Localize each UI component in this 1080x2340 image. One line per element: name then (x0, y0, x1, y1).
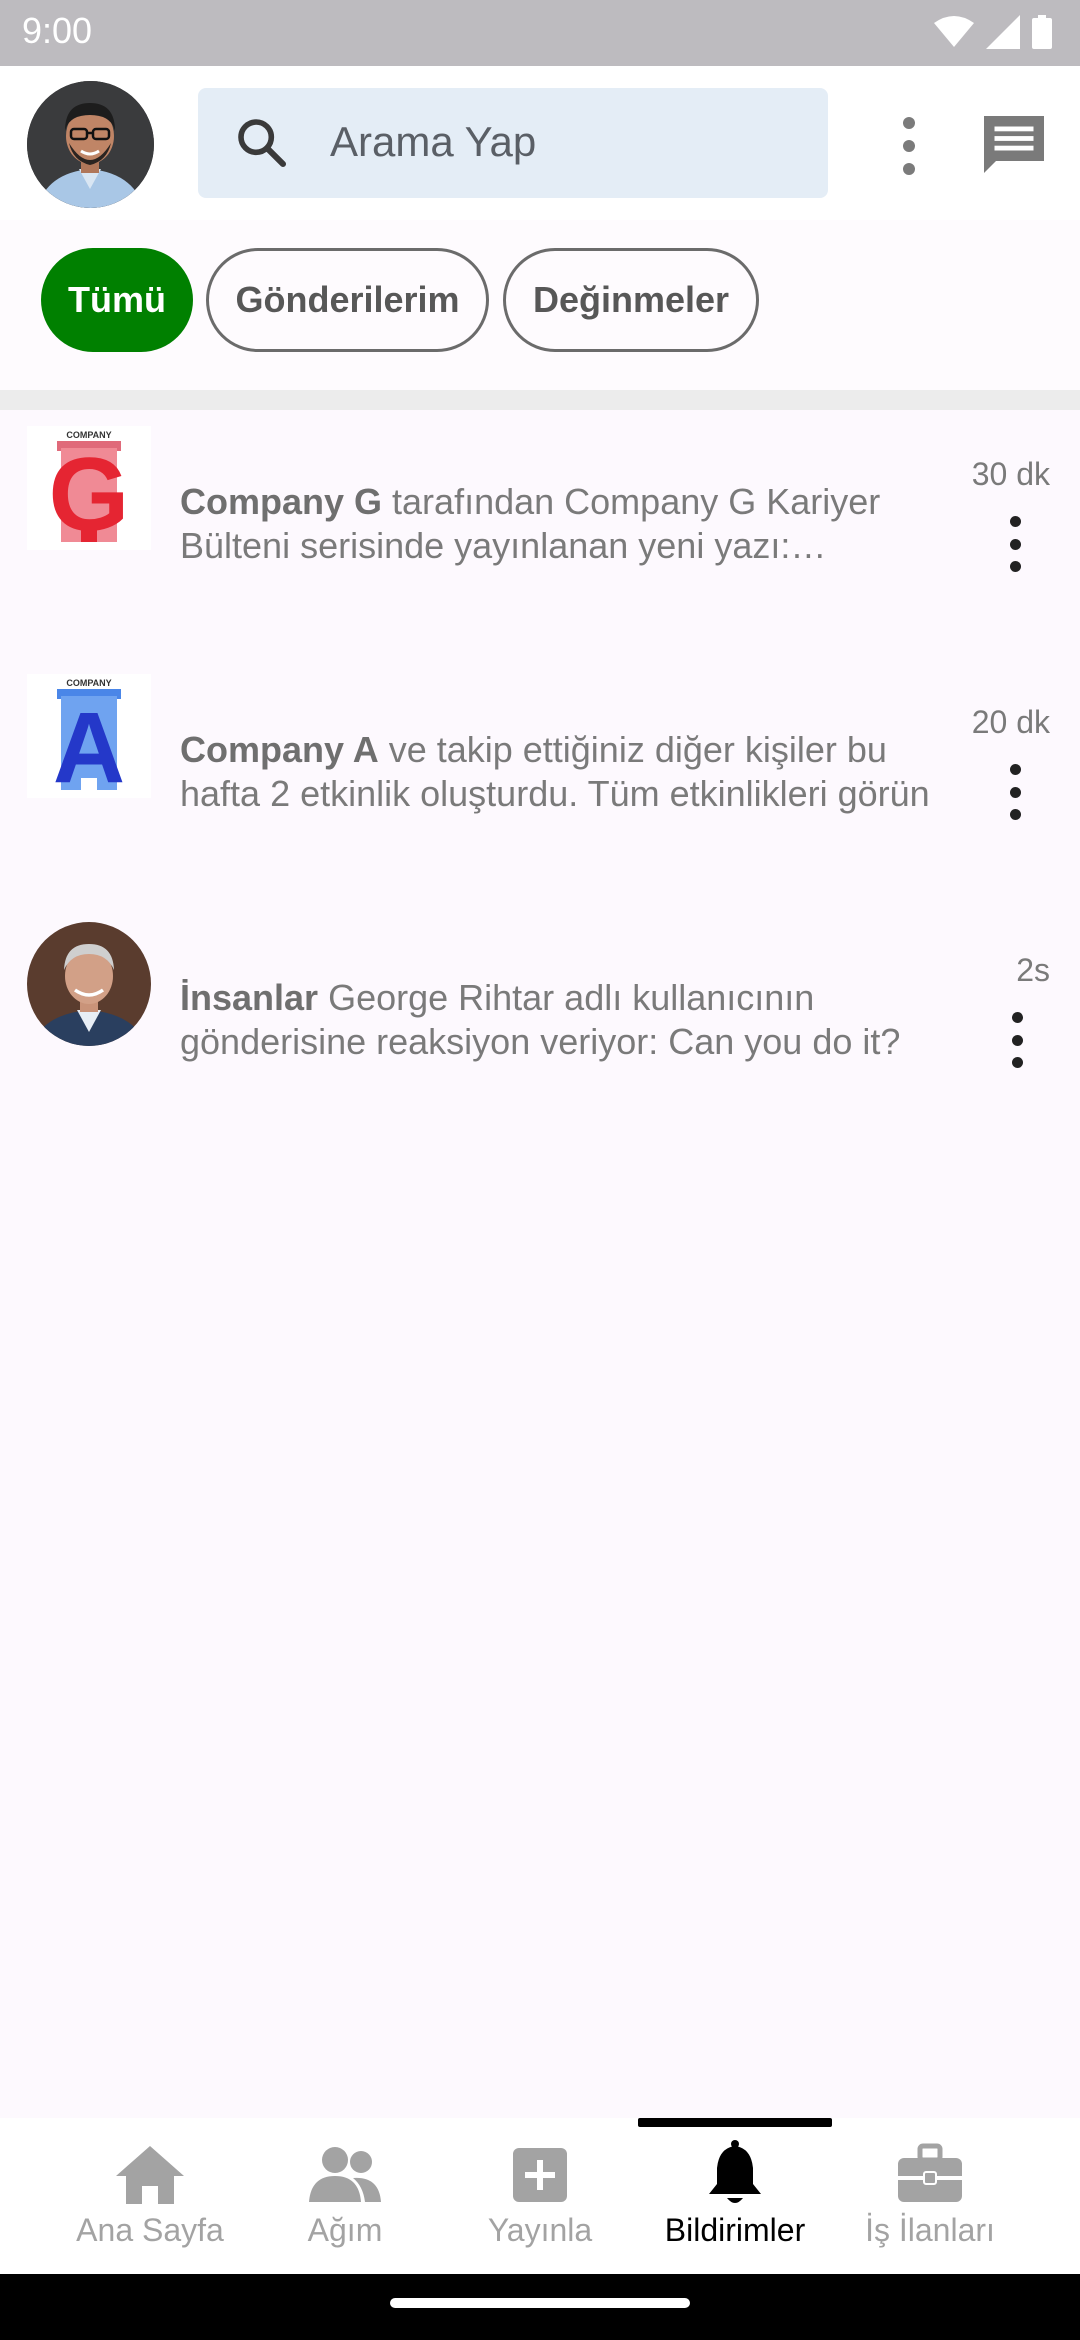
notification-time: 20 dk (971, 704, 1050, 740)
notification-menu-button[interactable] (1002, 1012, 1032, 1068)
notification-item[interactable]: İnsanlar George Rihtar adlı kullanıcının… (0, 912, 1080, 1160)
more-dot (903, 163, 915, 175)
gesture-navigation-bar (0, 2274, 1080, 2340)
nav-label: Ağım (307, 2212, 383, 2248)
home-icon (116, 2146, 184, 2204)
search-box[interactable] (198, 88, 828, 198)
notification-text: Company A ve takip ettiğiniz diğer kişil… (180, 728, 940, 816)
filter-chip-label: Değinmeler (532, 279, 730, 320)
notification-actor: İnsanlar (180, 977, 319, 1018)
bell-icon (709, 2140, 761, 2203)
notification-text: İnsanlar George Rihtar adlı kullanıcının… (180, 976, 940, 1064)
wifi-icon (934, 16, 974, 47)
filter-chip-all[interactable]: Tümü (41, 248, 193, 352)
top-bar (0, 66, 1080, 220)
nav-item-home[interactable]: Ana Sayfa (50, 2140, 250, 2260)
notification-actor: Company A (180, 729, 379, 770)
more-options-button[interactable] (884, 111, 934, 181)
signal-icon (986, 15, 1020, 49)
message-icon[interactable] (978, 110, 1050, 182)
menu-dot (1009, 538, 1021, 550)
status-time: 9:00 (22, 10, 93, 51)
menu-dot (1009, 764, 1021, 775)
network-icon (309, 2147, 381, 2202)
filter-chip-label: Tümü (68, 279, 166, 320)
search-input[interactable] (330, 102, 790, 182)
battery-icon (1032, 15, 1052, 49)
more-dot (903, 140, 915, 152)
filter-chip-mentions[interactable]: Değinmeler (503, 248, 759, 352)
home-gesture-handle[interactable] (390, 2298, 690, 2308)
notification-menu-button[interactable] (1000, 764, 1030, 820)
more-dot (903, 117, 915, 129)
notification-actor: Company G (180, 481, 383, 522)
section-divider (0, 390, 1080, 410)
notification-item[interactable]: COMPANY G Company G tarafından Company G… (0, 416, 1080, 664)
nav-item-notifications[interactable]: Bildirimler (635, 2140, 835, 2260)
filter-bar: Tümü Gönderilerim Değinmeler (0, 220, 1080, 390)
notification-time: 30 dk (971, 456, 1050, 492)
status-bar: 9:00 (0, 0, 1080, 66)
profile-avatar[interactable] (27, 81, 154, 208)
notification-time: 2s (1016, 952, 1050, 988)
nav-label: Bildirimler (664, 2212, 806, 2248)
search-icon (238, 119, 287, 168)
company-a-logo-caption: COMPANY (66, 678, 111, 688)
nav-label: İş İlanları (865, 2212, 995, 2248)
nav-item-post[interactable]: Yayınla (440, 2140, 640, 2260)
notification-item[interactable]: COMPANY A Company A ve takip ettiğiniz d… (0, 664, 1080, 912)
nav-item-network[interactable]: Ağım (245, 2140, 445, 2260)
nav-label: Ana Sayfa (76, 2212, 224, 2248)
notification-menu-button[interactable] (1000, 516, 1030, 572)
nav-label: Yayınla (487, 2212, 593, 2248)
filter-chip-label: Gönderilerim (235, 279, 460, 320)
nav-item-jobs[interactable]: İş İlanları (830, 2140, 1030, 2260)
notification-text: Company G tarafından Company G Kariyer B… (180, 480, 940, 568)
menu-dot (1011, 1057, 1023, 1068)
menu-dot (1011, 1012, 1023, 1023)
menu-dot (1009, 516, 1021, 527)
filter-chip-my-posts[interactable]: Gönderilerim (206, 248, 489, 352)
menu-dot (1009, 809, 1021, 820)
menu-dot (1009, 561, 1021, 572)
company-g-logo: COMPANY G (27, 426, 151, 550)
status-icons (934, 14, 1052, 50)
people-avatar (27, 922, 151, 1046)
menu-dot (1009, 786, 1021, 798)
company-a-logo: COMPANY A (27, 674, 151, 798)
add-post-icon (513, 2148, 567, 2202)
briefcase-icon (898, 2143, 962, 2202)
menu-dot (1011, 1034, 1023, 1046)
bottom-navigation: Ana Sayfa Ağım Yayınla Bildirimler İş İl… (0, 2118, 1080, 2274)
nav-active-indicator (638, 2118, 832, 2127)
